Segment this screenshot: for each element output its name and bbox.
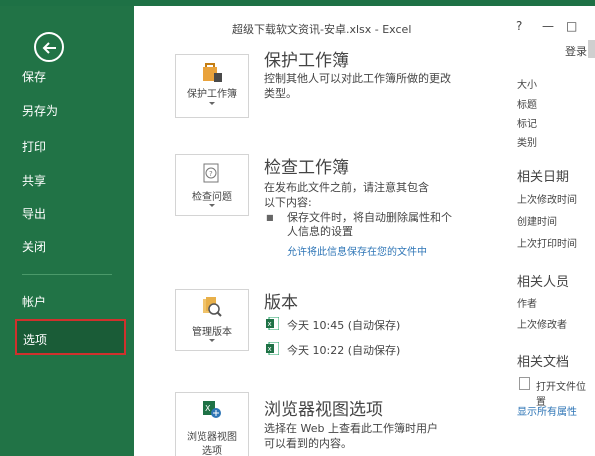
excel-file-icon: x [266,342,279,355]
check-issues-button[interactable]: ? 检查问题 [175,154,249,216]
bullet-icon: ■ [266,213,274,222]
prop-author: 作者 [517,299,537,310]
nav-save-as[interactable]: 另存为 [22,102,58,119]
browser-view-options-button[interactable]: X 浏览器视图 选项 [175,392,249,456]
chevron-down-icon [209,339,215,342]
nav-options-label: 选项 [23,333,48,347]
excel-file-icon: x [266,317,279,330]
browser-view-label-1: 浏览器视图 [187,432,237,443]
protect-workbook-label: 保护工作簿 [187,89,237,100]
versions-title: 版本 [264,293,298,313]
manage-versions-button[interactable]: 管理版本 [175,289,249,351]
inspect-bullet-line1: 保存文件时，将自动删除属性和个 [287,211,452,224]
inspect-desc-line2: 以下内容: [264,196,312,209]
svg-text:x: x [268,345,272,353]
svg-text:?: ? [209,170,213,178]
window-title: 超级下载软文资讯-安卓.xlsx - Excel [232,23,412,36]
protect-desc-line1: 控制其他人可以对此工作簿所做的更改 [264,72,451,85]
version-item-2[interactable]: 今天 10:22 (自动保存) [287,342,400,358]
back-arrow-icon [42,42,56,54]
protect-workbook-title: 保护工作簿 [264,51,349,71]
show-all-properties-link[interactable]: 显示所有属性 [517,403,577,418]
browser-view-title: 浏览器视图选项 [264,400,383,420]
chevron-down-icon [209,102,215,105]
prop-tags: 标记 [517,119,537,130]
prop-last-modified: 上次修改时间 [517,195,577,206]
restore-button[interactable]: □ [566,19,577,33]
document-icon [519,377,530,390]
manage-versions-label: 管理版本 [192,327,232,338]
account-picture [588,40,595,58]
nav-divider [22,274,112,275]
svg-text:x: x [268,320,272,328]
prop-last-printed: 上次打印时间 [517,239,577,250]
lock-workbook-icon [203,63,222,82]
browser-desc-line2: 可以看到的内容。 [264,437,352,450]
browser-desc-line1: 选择在 Web 上查看此工作簿时用户 [264,422,438,435]
related-dates-heading: 相关日期 [517,170,570,185]
inspect-workbook-title: 检查工作簿 [264,158,349,178]
browser-view-icon: X [203,401,221,418]
prop-created: 创建时间 [517,217,557,228]
prop-size: 大小 [517,80,537,91]
nav-print[interactable]: 打印 [22,138,46,155]
minimize-button[interactable]: — [542,19,554,33]
inspect-desc-line1: 在发布此文件之前，请注意其包含 [264,181,429,194]
svg-text:X: X [205,404,211,413]
manage-versions-icon [203,297,222,317]
login-link[interactable]: 登录 [565,43,587,59]
prop-last-modified-by: 上次修改者 [517,320,567,331]
chevron-down-icon [209,204,215,207]
protect-workbook-button[interactable]: 保护工作簿 [175,54,249,118]
related-docs-heading: 相关文档 [517,355,570,370]
nav-account[interactable]: 帐户 [22,293,46,310]
browser-view-label-2: 选项 [202,446,222,456]
nav-export[interactable]: 导出 [22,205,46,222]
prop-title: 标题 [517,100,537,111]
nav-share[interactable]: 共享 [22,172,46,189]
check-issues-label: 检查问题 [192,192,232,203]
allow-save-info-link[interactable]: 允许将此信息保存在您的文件中 [287,243,427,258]
back-button[interactable] [34,32,64,62]
backstage-nav: 保存 另存为 打印 共享 导出 关闭 帐户 选项 [0,6,134,456]
version-item-1[interactable]: 今天 10:45 (自动保存) [287,317,400,333]
inspect-bullet-line2: 人信息的设置 [287,225,353,238]
inspect-document-icon: ? [203,163,219,183]
nav-options[interactable]: 选项 [15,319,126,355]
prop-category: 类别 [517,138,537,149]
help-button[interactable]: ? [516,19,522,33]
nav-close[interactable]: 关闭 [22,238,46,255]
nav-save[interactable]: 保存 [22,68,46,85]
protect-desc-line2: 类型。 [264,87,297,100]
related-people-heading: 相关人员 [517,275,570,290]
